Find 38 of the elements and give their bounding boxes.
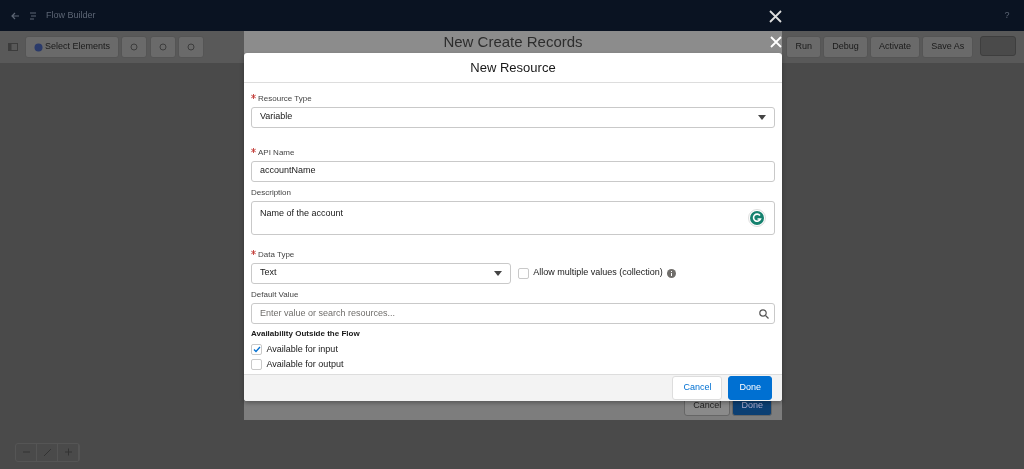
toolbar-button[interactable]: Activate bbox=[869, 36, 920, 58]
field-label: Resource Type bbox=[258, 92, 312, 105]
field-label: API Name bbox=[258, 146, 295, 159]
field-label: Data Type bbox=[258, 248, 295, 261]
checkbox[interactable] bbox=[251, 359, 262, 371]
save-button[interactable] bbox=[980, 36, 1016, 57]
toolbar-button[interactable]: Save As bbox=[922, 36, 974, 58]
toolbar-button[interactable]: Debug bbox=[823, 36, 868, 58]
back-icon[interactable] bbox=[10, 11, 20, 20]
checkbox-label: Available for input bbox=[266, 342, 338, 356]
text-area[interactable]: Name of the account bbox=[251, 200, 775, 235]
checkbox[interactable] bbox=[517, 267, 529, 279]
cancel-button[interactable]: Cancel bbox=[672, 376, 723, 400]
info-icon bbox=[667, 268, 677, 278]
help-button[interactable]: ? bbox=[1004, 8, 1010, 23]
close-icon[interactable] bbox=[769, 9, 782, 23]
select-field[interactable]: Text bbox=[251, 262, 511, 284]
modal-title: New Create Records bbox=[443, 33, 583, 50]
grammar-icon bbox=[748, 208, 766, 227]
input-field[interactable]: accountName bbox=[251, 160, 775, 182]
done-button[interactable]: Done bbox=[728, 376, 772, 400]
dialog-title: New Resource bbox=[470, 58, 556, 77]
checkbox-label: Available for output bbox=[266, 358, 344, 372]
field-label: Description bbox=[251, 186, 291, 199]
caret-icon bbox=[494, 270, 502, 276]
caret-icon bbox=[758, 114, 766, 120]
checkbox[interactable] bbox=[251, 343, 262, 355]
checkbox-label: Allow multiple values (collection) bbox=[533, 266, 663, 280]
panel-icon[interactable] bbox=[8, 43, 18, 51]
field-label: Default Value bbox=[251, 288, 299, 301]
check-icon bbox=[252, 345, 261, 353]
select-elements-button[interactable]: Select Elements bbox=[24, 36, 120, 58]
search-icon bbox=[759, 308, 769, 319]
select-field[interactable]: Variable bbox=[251, 106, 775, 128]
search-field[interactable]: Enter value or search resources... bbox=[251, 302, 775, 324]
app-title: Flow Builder bbox=[46, 8, 96, 22]
toolbar-button[interactable]: Run bbox=[786, 36, 821, 58]
section-heading: Availability Outside the Flow bbox=[251, 327, 361, 340]
